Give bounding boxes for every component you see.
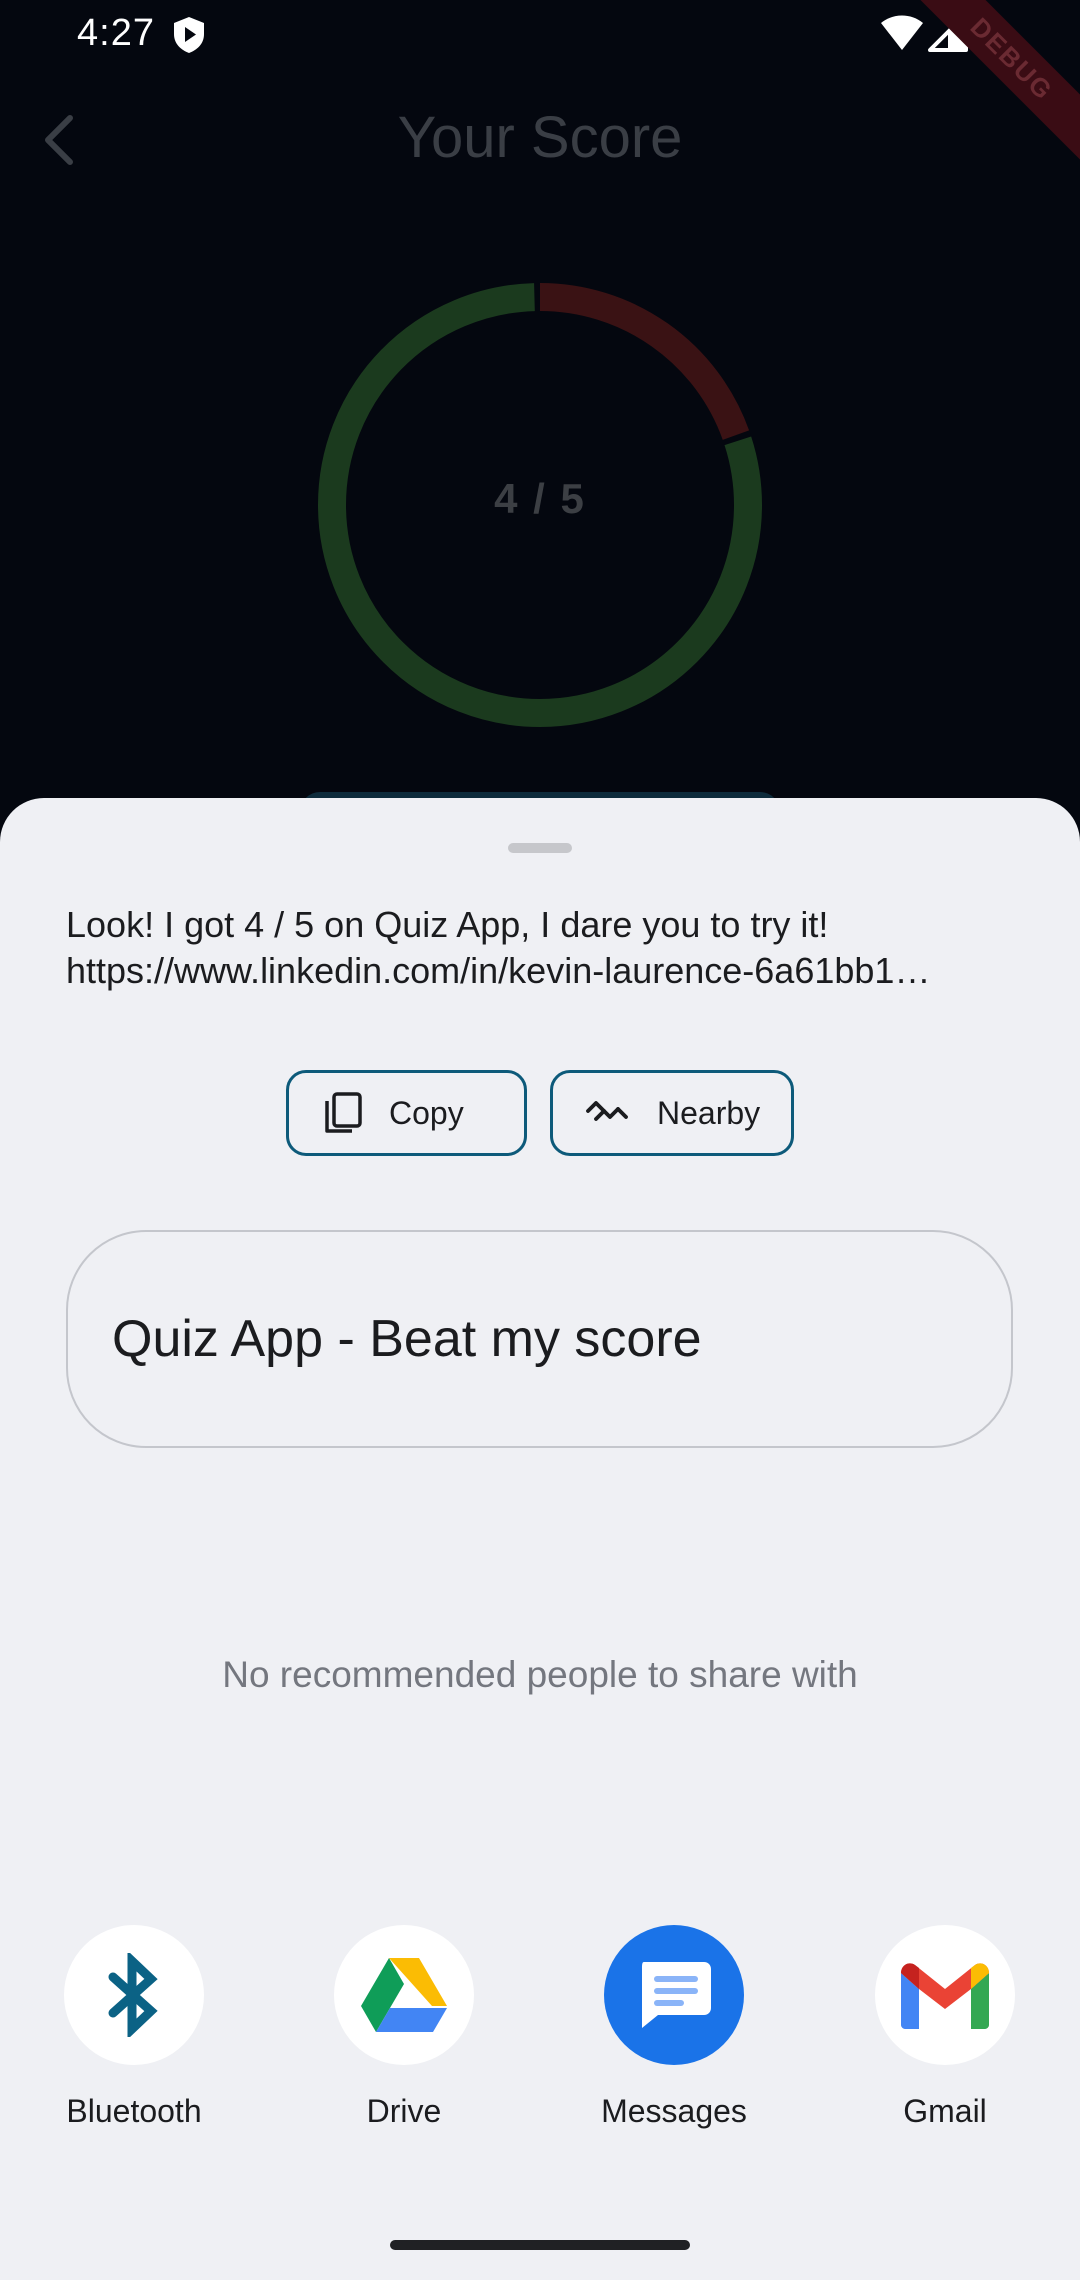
share-target-drive[interactable]: Drive — [304, 1925, 504, 2130]
bluetooth-icon — [108, 1953, 158, 2037]
share-target-label: Gmail — [903, 2093, 987, 2129]
copy-icon — [325, 1092, 362, 1133]
share-target-label: Bluetooth — [66, 2093, 202, 2129]
shield-play-icon — [174, 17, 204, 53]
share-target-gmail[interactable]: Gmail — [845, 1925, 1045, 2130]
share-targets: Bluetooth Drive Messages Gmail — [0, 1925, 1080, 2165]
share-target-drive-circle — [334, 1925, 474, 2065]
status-bar: 4:27 — [0, 0, 1080, 70]
drag-handle[interactable] — [508, 843, 572, 853]
share-target-messages-circle — [604, 1925, 744, 2065]
gmail-icon — [901, 1963, 989, 2029]
copy-button[interactable]: Copy — [286, 1070, 527, 1156]
messages-icon — [642, 1962, 711, 2028]
share-sheet: Look! I got 4 / 5 on Quiz App, I dare yo… — [0, 798, 1080, 2280]
share-target-bluetooth-circle — [64, 1925, 204, 2065]
status-time: 4:27 — [77, 12, 155, 54]
share-target-gmail-circle — [875, 1925, 1015, 2065]
score-value: 4 / 5 — [494, 475, 586, 522]
wifi-icon — [881, 15, 923, 50]
page-title: Your Score — [397, 105, 683, 170]
share-target-label: Messages — [601, 2093, 747, 2129]
share-link-line: https://www.linkedin.com/in/kevin-lauren… — [66, 950, 931, 991]
nearby-button-label: Nearby — [657, 1094, 761, 1131]
share-target-messages[interactable]: Messages — [574, 1925, 774, 2130]
copy-button-label: Copy — [389, 1094, 464, 1131]
nearby-share-icon — [586, 1101, 628, 1121]
drive-icon — [361, 1958, 447, 2032]
nearby-share-button[interactable]: Nearby — [550, 1070, 794, 1156]
share-text-line: Look! I got 4 / 5 on Quiz App, I dare yo… — [66, 904, 829, 945]
share-title-field[interactable]: Quiz App - Beat my score — [66, 1230, 1013, 1448]
share-target-label: Drive — [366, 2093, 442, 2129]
home-indicator[interactable] — [390, 2240, 690, 2250]
share-target-bluetooth[interactable]: Bluetooth — [34, 1925, 234, 2130]
no-recommendations-text: No recommended people to share with — [222, 1654, 858, 1695]
share-preview-text: Look! I got 4 / 5 on Quiz App, I dare yo… — [66, 902, 1016, 994]
